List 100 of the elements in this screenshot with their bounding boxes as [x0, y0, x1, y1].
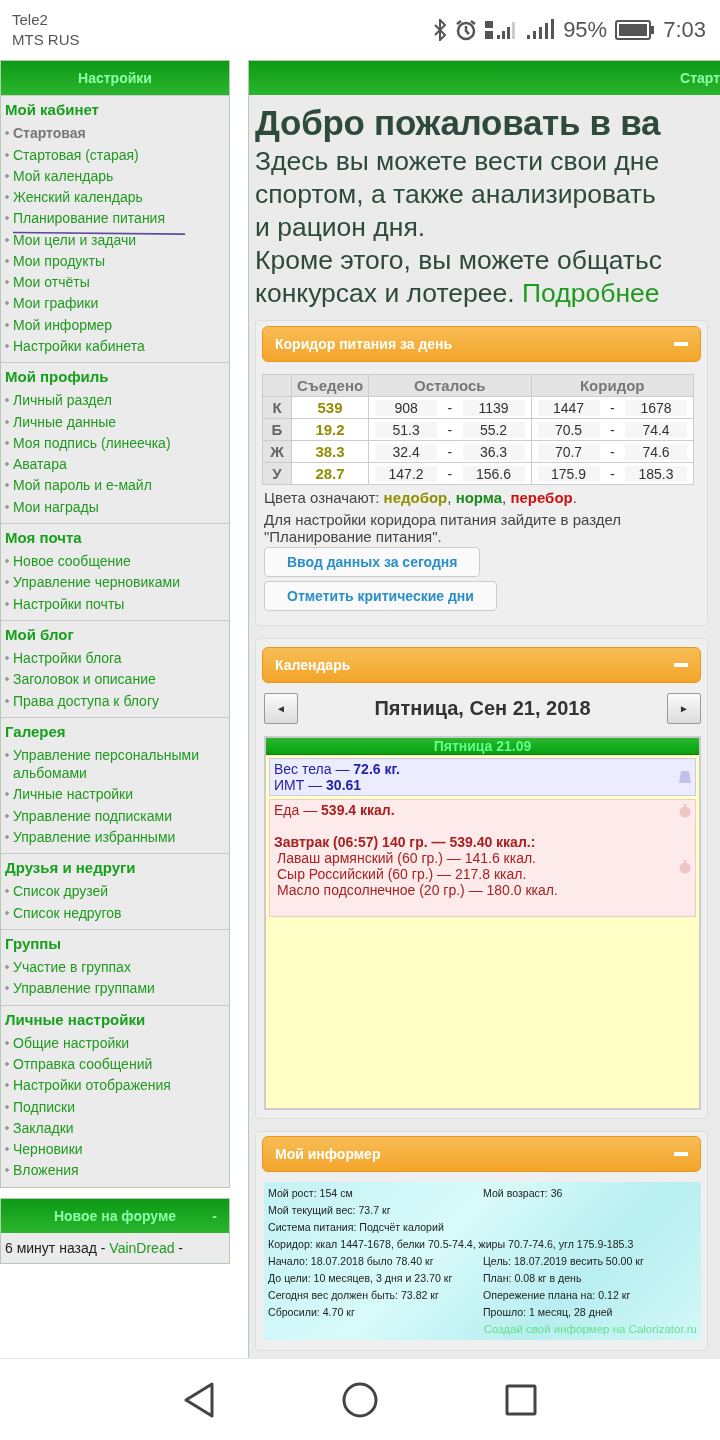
collapse-toggle[interactable]: - — [212, 1207, 217, 1224]
remaining-max: 36.3 — [462, 443, 525, 460]
panel-title: Мой информер — [275, 1146, 381, 1162]
entry-line: Еда — 539.4 ккал. — [274, 802, 396, 818]
sidebar-link[interactable]: Отправка сообщений — [5, 1055, 153, 1073]
informer-text: План: 0.08 кг в день — [483, 1271, 583, 1286]
sidebar-link[interactable]: Личный раздел — [5, 391, 112, 410]
apple-icon — [679, 804, 691, 818]
welcome-text: Здесь вы можете вести свои дне спортом, а также анализировать и рацион дня. Кроме этого, вы можете общатьс конкурсах и лотерее. Подробнее — [255, 145, 664, 310]
sidebar-link[interactable]: Список друзей — [5, 882, 109, 901]
previous-day-button[interactable]: ◄ — [264, 693, 298, 724]
action-button[interactable]: Отметить критические дни — [264, 581, 497, 611]
more-link[interactable]: Подробнее — [522, 278, 660, 308]
range-separator: - — [609, 399, 615, 416]
sidebar-title: Настройки — [78, 70, 152, 86]
corridor-min: 175.9 — [537, 465, 600, 482]
remaining-min: 32.4 — [375, 443, 438, 460]
author-link[interactable]: VainDread — [109, 1239, 175, 1256]
sidebar-link[interactable]: Новое сообщение — [5, 552, 131, 570]
informer-text: Коридор: ккал 1447-1678, белки 70.5-74.4, жиры 70.7-74.6, угл 175.9-185.3 — [268, 1238, 634, 1250]
battery-icon — [615, 20, 656, 40]
entry-line: ИМТ — 30.61 — [274, 777, 363, 793]
sidebar-link[interactable]: Мой пароль и е-майл — [5, 476, 152, 495]
battery-percent: 95% — [563, 17, 608, 43]
welcome-title: Добро пожаловать в ва — [255, 102, 662, 144]
calendar-date: Пятница, Сен 21, 2018 — [374, 697, 591, 720]
range-separator: - — [609, 443, 615, 460]
section-heading: Группы — [5, 933, 63, 954]
sidebar-link[interactable]: Личные настройки — [5, 785, 134, 804]
row-label: Б — [262, 418, 292, 441]
informer-text: Сегодня вес должен быть: 73.82 кг — [268, 1288, 440, 1303]
informer-text: Прошло: 1 месяц, 28 дней — [483, 1305, 614, 1320]
recent-apps-icon[interactable] — [504, 1383, 537, 1416]
sidebar-link[interactable]: Настройки кабинета — [5, 336, 145, 355]
section-heading: Моя почта — [5, 527, 83, 548]
sidebar-link[interactable]: Настройки блога — [5, 649, 122, 667]
remaining-max: 156.6 — [462, 465, 525, 482]
section-heading: Мой кабинет — [5, 100, 100, 120]
panel-header[interactable]: Мой информер — [262, 1136, 701, 1172]
food-item: Масло подсолнечное (20 гр.) — 180.0 ккал. — [276, 882, 559, 898]
panel-title: Коридор питания за день — [275, 336, 453, 352]
range-separator: - — [447, 465, 453, 482]
sidebar-link[interactable]: Мои графики — [5, 294, 99, 313]
row-label: Ж — [262, 440, 292, 463]
corridor-max: 1678 — [625, 399, 687, 416]
sidebar-link[interactable]: Женский календарь — [5, 188, 143, 206]
range-separator: - — [447, 443, 453, 460]
remaining-max: 1139 — [462, 399, 525, 416]
sidebar-link[interactable]: Управление избранными — [5, 827, 176, 846]
remaining-max: 55.2 — [462, 421, 525, 438]
range-separator: - — [609, 421, 615, 438]
section-heading: Мой блог — [5, 624, 75, 645]
signal-icon — [527, 19, 556, 41]
corridor-max: 185.3 — [625, 465, 687, 482]
day-title: Пятница 21.09 — [266, 738, 699, 755]
informer-text: Цель: 18.07.2019 весить 50.00 кг — [483, 1254, 645, 1269]
sidebar-link[interactable]: Общие настройки — [5, 1033, 130, 1052]
section-heading: Галерея — [5, 721, 67, 742]
carrier-name: MTS RUS — [12, 30, 80, 50]
column-header: Коридор — [531, 374, 694, 397]
sidebar-link[interactable]: Права доступа к блогу — [5, 691, 159, 710]
column-header: Осталось — [368, 374, 531, 397]
page-header-title: Старт — [680, 70, 720, 86]
corridor-max: 74.4 — [625, 421, 687, 438]
section-heading: Мой профиль — [5, 367, 110, 387]
action-button[interactable]: Ввод данных за сегодня — [264, 547, 481, 577]
entry-line: Вес тела — 72.6 кг. — [274, 761, 401, 777]
informer-text: Мой рост: 154 см — [268, 1186, 354, 1201]
corridor-max: 74.6 — [625, 443, 687, 460]
column-header: Съедено — [291, 374, 369, 397]
informer-text: Начало: 18.07.2018 было 78.40 кг — [268, 1254, 435, 1269]
sidebar-link[interactable]: Настройки отображения — [5, 1076, 171, 1095]
remaining-min: 908 — [375, 399, 438, 416]
row-label: У — [262, 462, 292, 485]
next-day-button[interactable]: ► — [667, 693, 701, 724]
remaining-min: 51.3 — [375, 421, 438, 438]
food-item: Сыр Российский (60 гр.) — 217.8 ккал. — [276, 866, 528, 882]
corridor-min: 70.5 — [537, 421, 600, 438]
alarm-icon — [455, 19, 478, 41]
carrier-name: Tele2 — [12, 10, 49, 30]
forum-post: 6 минут назад - VainDread - — [4, 1238, 185, 1258]
back-icon[interactable] — [183, 1381, 216, 1418]
section-heading: Личные настройки — [5, 1009, 147, 1030]
panel-header[interactable]: Календарь — [262, 647, 701, 683]
settings-note: Для настройки коридора питания зайдите в раздел "Планирование питания". — [264, 511, 623, 545]
informer-text: До цели: 10 месяцев, 3 дня и 23.70 кг — [268, 1271, 454, 1286]
bluetooth-icon — [433, 19, 448, 41]
informer-text: Мой возраст: 36 — [483, 1186, 564, 1201]
informer-text: Мой текущий вес: 73.7 кг — [268, 1204, 391, 1216]
scale-icon — [679, 769, 691, 783]
remaining-min: 147.2 — [375, 465, 438, 482]
informer-text: Система питания: Подсчёт калорий — [268, 1221, 444, 1233]
clock-time: 7:03 — [663, 17, 706, 43]
informer-text: Сбросили: 4.70 кг — [268, 1305, 356, 1320]
panel-header[interactable]: Коридор питания за день — [262, 326, 701, 362]
meal-title: Завтрак (06:57) 140 гр. — 539.40 ккал.: — [274, 834, 537, 850]
range-separator: - — [447, 421, 453, 438]
range-separator: - — [609, 465, 615, 482]
corridor-min: 70.7 — [537, 443, 600, 460]
home-icon[interactable] — [342, 1381, 378, 1418]
